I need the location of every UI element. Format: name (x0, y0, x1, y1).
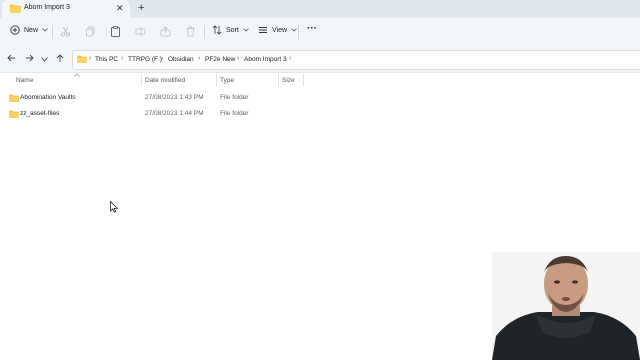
sort-ascending-icon (74, 73, 80, 77)
new-button-label: New (24, 26, 39, 34)
tab-close-button[interactable]: ✕ (116, 3, 124, 14)
file-row[interactable]: Abomination Vaults 27/08/2023 1:43 PM Fi… (6, 91, 636, 105)
breadcrumb-separator: › (198, 55, 201, 62)
breadcrumb-separator: › (89, 55, 92, 62)
forward-button[interactable] (25, 54, 34, 64)
view-button[interactable]: View (258, 25, 297, 35)
view-icon (259, 27, 267, 33)
folder-icon (9, 110, 19, 118)
toolbar-divider (204, 25, 205, 39)
arrow-up-icon (56, 54, 64, 62)
breadcrumb-abom-import-3[interactable]: Abom Import 3 (244, 56, 287, 63)
breadcrumb-separator: › (289, 55, 292, 62)
file-type: File folder (220, 94, 249, 101)
toolbar-divider (298, 25, 299, 39)
view-label: View (272, 26, 288, 34)
breadcrumb-obsidian[interactable]: Obsidian (168, 56, 194, 63)
breadcrumb-pf2e-new[interactable]: PF2e New (205, 56, 235, 63)
mouse-cursor-icon (110, 201, 118, 213)
command-bar: New Sort View ··· (0, 18, 640, 46)
chevron-down-icon (42, 28, 48, 32)
column-divider[interactable] (303, 74, 304, 86)
paste-icon[interactable] (110, 26, 121, 37)
chevron-down-icon (291, 28, 297, 32)
file-name: Abomination Vaults (20, 94, 76, 101)
sort-label: Sort (226, 26, 239, 34)
chevron-down-icon (41, 57, 48, 62)
title-bar: Abom Import 3 ✕ + (0, 0, 640, 18)
sort-button[interactable]: Sort (212, 25, 249, 35)
arrow-right-icon (26, 54, 34, 62)
sort-icon (212, 25, 222, 35)
more-icon: ··· (307, 23, 317, 34)
back-button[interactable] (7, 54, 16, 64)
more-options-button[interactable]: ··· (307, 23, 317, 34)
column-divider[interactable] (278, 74, 279, 86)
new-tab-button[interactable]: + (138, 2, 144, 14)
column-header-name[interactable]: Name (16, 77, 33, 84)
address-row: › This PC › TTRPG (F:) › Obsidian › PF2e… (0, 46, 640, 73)
file-name: zz_asset-files (20, 110, 60, 117)
file-date: 27/08/2023 1:43 PM (145, 94, 204, 101)
rename-icon[interactable] (135, 26, 146, 37)
breadcrumb-separator: › (237, 55, 240, 62)
folder-icon (77, 55, 87, 63)
column-header-date[interactable]: Date modified (145, 77, 185, 84)
cut-icon[interactable] (60, 26, 71, 37)
file-type: File folder (220, 110, 249, 117)
tab-title: Abom Import 3 (24, 4, 70, 11)
file-date: 27/08/2023 1:44 PM (145, 110, 204, 117)
breadcrumb-separator: › (161, 55, 164, 62)
breadcrumb-ttrpg-drive[interactable]: TTRPG (F:) (128, 56, 162, 63)
copy-icon[interactable] (85, 26, 96, 37)
window-tab[interactable]: Abom Import 3 ✕ (2, 0, 130, 18)
folder-icon (10, 4, 21, 13)
share-icon[interactable] (160, 26, 171, 37)
recent-locations-button[interactable] (41, 54, 48, 64)
folder-icon (9, 94, 19, 102)
breadcrumb-this-pc[interactable]: This PC (95, 56, 118, 63)
new-button[interactable]: New (10, 25, 48, 35)
up-button[interactable] (56, 54, 64, 65)
address-bar[interactable]: › This PC › TTRPG (F:) › Obsidian › PF2e… (72, 50, 640, 70)
breadcrumb-separator: › (121, 55, 124, 62)
arrow-left-icon (7, 54, 15, 62)
plus-circle-icon (10, 25, 20, 35)
column-header-type[interactable]: Type (220, 77, 234, 84)
chevron-down-icon (243, 28, 249, 32)
delete-icon[interactable] (185, 26, 196, 37)
column-divider[interactable] (216, 74, 217, 86)
column-divider[interactable] (141, 74, 142, 86)
file-row[interactable]: zz_asset-files 27/08/2023 1:44 PM File f… (6, 107, 636, 121)
webcam-overlay (492, 252, 640, 360)
toolbar-divider (52, 25, 53, 39)
column-header-size[interactable]: Size (282, 77, 295, 84)
